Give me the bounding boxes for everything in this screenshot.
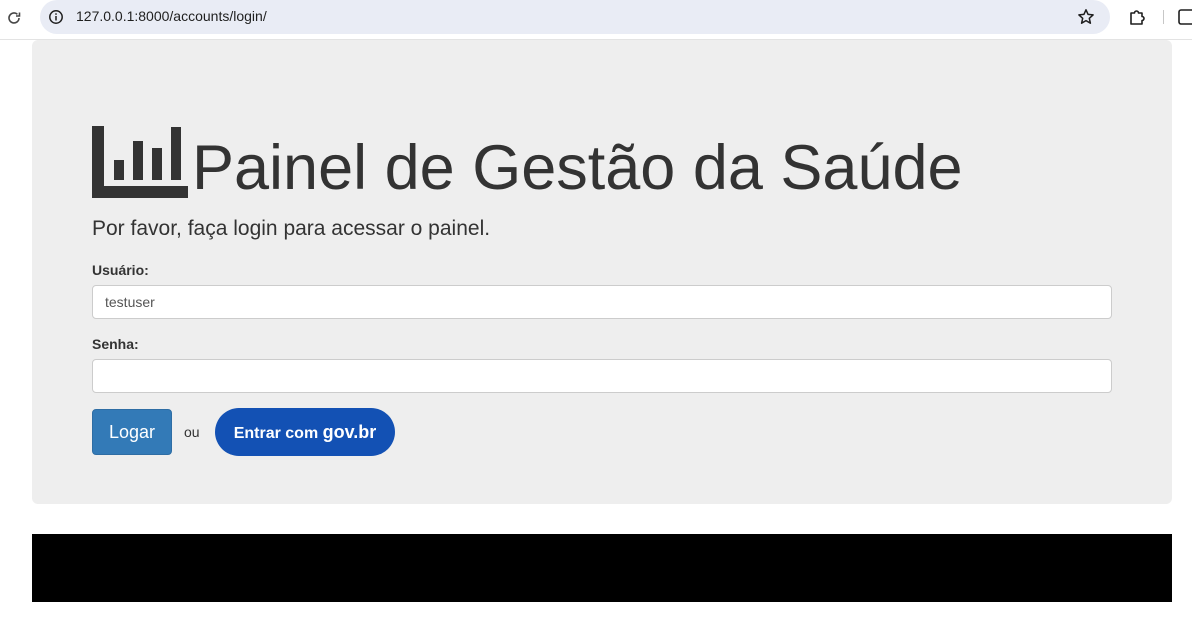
star-icon[interactable] (1076, 7, 1096, 27)
title-row: Painel de Gestão da Saúde (92, 118, 963, 203)
govbr-login-button[interactable]: Entrar com gov.br (215, 408, 395, 456)
govbr-brand-text: gov.br (322, 421, 377, 442)
browser-toolbar: 127.0.0.1:8000/accounts/login/ (0, 0, 1192, 40)
info-icon[interactable] (48, 9, 64, 25)
toolbar-divider (1163, 10, 1164, 24)
bar-chart-icon (92, 126, 188, 198)
page-title: Painel de Gestão da Saúde (192, 133, 963, 203)
puzzle-icon[interactable] (1126, 6, 1148, 28)
username-input[interactable] (92, 285, 1112, 319)
address-bar[interactable]: 127.0.0.1:8000/accounts/login/ (40, 0, 1110, 34)
url-text[interactable]: 127.0.0.1:8000/accounts/login/ (76, 8, 267, 24)
govbr-button-label: Entrar com (233, 424, 319, 442)
login-button[interactable]: Logar (92, 409, 172, 455)
reload-icon[interactable] (2, 6, 26, 30)
password-label: Senha: (92, 336, 139, 352)
password-input[interactable] (92, 359, 1112, 393)
side-panel-icon[interactable] (1178, 6, 1192, 28)
username-label: Usuário: (92, 262, 149, 278)
footer-bar (32, 534, 1172, 602)
login-panel: Painel de Gestão da Saúde Por favor, faç… (32, 40, 1172, 504)
or-separator: ou (184, 424, 200, 440)
login-instructions: Por favor, faça login para acessar o pai… (92, 217, 491, 240)
